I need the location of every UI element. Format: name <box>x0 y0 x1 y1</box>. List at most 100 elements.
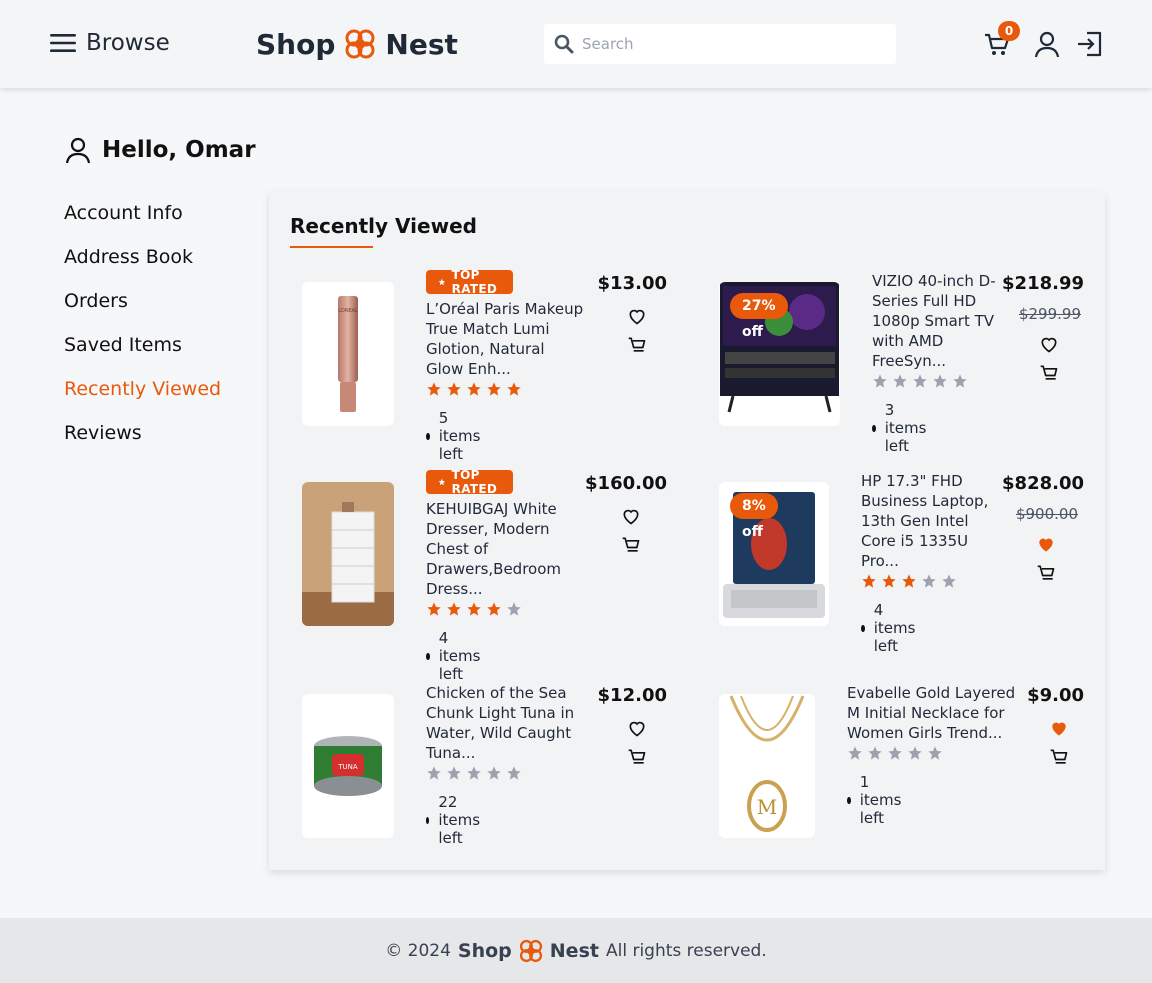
greeting-text: Hello, Omar <box>102 137 256 163</box>
add-to-cart-icon[interactable] <box>621 535 641 555</box>
stock-text: 22 items left <box>438 793 481 847</box>
star-empty-icon <box>888 746 902 760</box>
star-empty-icon <box>507 766 521 780</box>
star-filled-icon <box>862 574 876 588</box>
stock-status: 4 items left <box>426 629 484 683</box>
badge-label: TOP RATED <box>451 468 498 496</box>
stock-text: 3 items left <box>884 401 927 455</box>
favorite-heart-icon[interactable] <box>1036 534 1056 554</box>
brand-name-left: Shop <box>256 27 336 61</box>
star-empty-icon <box>913 374 927 388</box>
stock-status: 22 items left <box>426 793 484 847</box>
product-name[interactable]: Chicken of the Sea Chunk Light Tuna in W… <box>426 683 576 763</box>
rating-stars <box>872 373 968 389</box>
product-image[interactable]: LOREAL <box>302 282 394 426</box>
product-image[interactable]: M <box>719 694 815 838</box>
sidebar-item-saved-items[interactable]: Saved Items <box>64 334 221 378</box>
brand-logo[interactable]: Shop Nest <box>256 27 458 61</box>
star-empty-icon <box>933 374 947 388</box>
star-empty-icon <box>848 746 862 760</box>
favorite-heart-icon[interactable] <box>1039 334 1059 354</box>
stock-status: 4 items left <box>861 601 919 655</box>
add-to-cart-icon[interactable] <box>627 747 647 767</box>
star-filled-icon <box>447 382 461 396</box>
star-filled-icon <box>427 602 441 616</box>
top-rated-badge: TOP RATED <box>426 268 514 296</box>
product-name[interactable]: HP 17.3" FHD Business Laptop, 13th Gen I… <box>861 471 991 571</box>
svg-text:M: M <box>757 795 777 819</box>
panel-title: Recently Viewed <box>290 214 477 238</box>
cart-count-badge: 0 <box>998 21 1020 41</box>
product-name[interactable]: Evabelle Gold Layered M Initial Necklace… <box>847 683 1017 743</box>
rights-text: All rights reserved. <box>605 940 767 961</box>
product-image[interactable]: TUNA <box>302 694 394 838</box>
product-name[interactable]: KEHUIBGAJ White Dresser, Modern Chest of… <box>426 499 566 599</box>
stock-text: 4 items left <box>438 629 481 683</box>
sidebar-item-orders[interactable]: Orders <box>64 290 221 334</box>
star-filled-icon <box>467 602 481 616</box>
top-header: Browse Shop Nest 0 <box>0 0 1152 88</box>
add-to-cart-icon[interactable] <box>1049 747 1069 767</box>
brand-name-right: Nest <box>385 27 458 61</box>
favorite-heart-icon[interactable] <box>1049 718 1069 738</box>
footer-brand-right: Nest <box>549 939 599 962</box>
star-empty-icon <box>908 746 922 760</box>
stock-text: 4 items left <box>873 601 916 655</box>
favorite-heart-icon[interactable] <box>621 506 641 526</box>
star-empty-icon <box>942 574 956 588</box>
page-footer: © 2024 Shop Nest All rights reserved. <box>0 918 1152 983</box>
star-empty-icon <box>507 602 521 616</box>
original-price: $299.99 <box>1018 305 1081 323</box>
badge-label: TOP RATED <box>451 268 498 296</box>
search-icon <box>554 34 574 54</box>
product-price: $13.00 <box>597 273 667 294</box>
star-empty-icon <box>873 374 887 388</box>
stock-status: 3 items left <box>872 401 930 455</box>
sidebar-item-recently-viewed[interactable]: Recently Viewed <box>64 378 221 422</box>
star-filled-icon <box>882 574 896 588</box>
product-name[interactable]: VIZIO 40-inch D-Series Full HD 1080p Sma… <box>872 271 997 371</box>
product-image[interactable] <box>302 482 394 626</box>
stock-text: 1 items left <box>859 773 902 827</box>
logout-icon[interactable] <box>1076 30 1104 58</box>
search-input[interactable] <box>582 35 872 53</box>
star-icon <box>438 478 446 486</box>
browse-menu-button[interactable]: Browse <box>50 30 170 56</box>
stock-status: 5 items left <box>426 409 484 463</box>
stock-text: 5 items left <box>438 409 481 463</box>
favorite-heart-icon[interactable] <box>627 718 647 738</box>
footer-brand-left: Shop <box>457 939 512 962</box>
favorite-heart-icon[interactable] <box>627 306 647 326</box>
rating-stars <box>426 381 522 397</box>
product-price: $828.00 <box>1002 473 1084 494</box>
add-to-cart-icon[interactable] <box>627 335 647 355</box>
star-icon <box>438 278 446 286</box>
add-to-cart-icon[interactable] <box>1039 363 1059 383</box>
star-filled-icon <box>487 382 501 396</box>
star-empty-icon <box>427 766 441 780</box>
star-filled-icon <box>487 602 501 616</box>
account-sidebar: Account Info Address Book Orders Saved I… <box>64 202 221 466</box>
product-price: $12.00 <box>597 685 667 706</box>
star-filled-icon <box>447 602 461 616</box>
sidebar-item-reviews[interactable]: Reviews <box>64 422 221 466</box>
discount-badge: 8% off <box>730 493 778 540</box>
footer-brand: Shop Nest <box>458 938 599 964</box>
sidebar-item-account-info[interactable]: Account Info <box>64 202 221 246</box>
add-to-cart-icon[interactable] <box>1036 563 1056 583</box>
sidebar-item-address-book[interactable]: Address Book <box>64 246 221 290</box>
copyright-text: © 2024 <box>385 940 451 961</box>
product-price: $218.99 <box>1002 273 1084 294</box>
star-filled-icon <box>902 574 916 588</box>
star-empty-icon <box>447 766 461 780</box>
user-account-icon[interactable] <box>1033 30 1061 58</box>
top-rated-badge: TOP RATED <box>426 468 514 496</box>
svg-text:TUNA: TUNA <box>337 763 358 771</box>
search-bar[interactable] <box>544 24 896 64</box>
title-underline <box>290 246 373 248</box>
stock-status: 1 items left <box>847 773 905 827</box>
product-name[interactable]: L’Oréal Paris Makeup True Match Lumi Glo… <box>426 299 586 379</box>
star-empty-icon <box>467 766 481 780</box>
discount-badge: 27% off <box>730 293 788 340</box>
star-filled-icon <box>427 382 441 396</box>
